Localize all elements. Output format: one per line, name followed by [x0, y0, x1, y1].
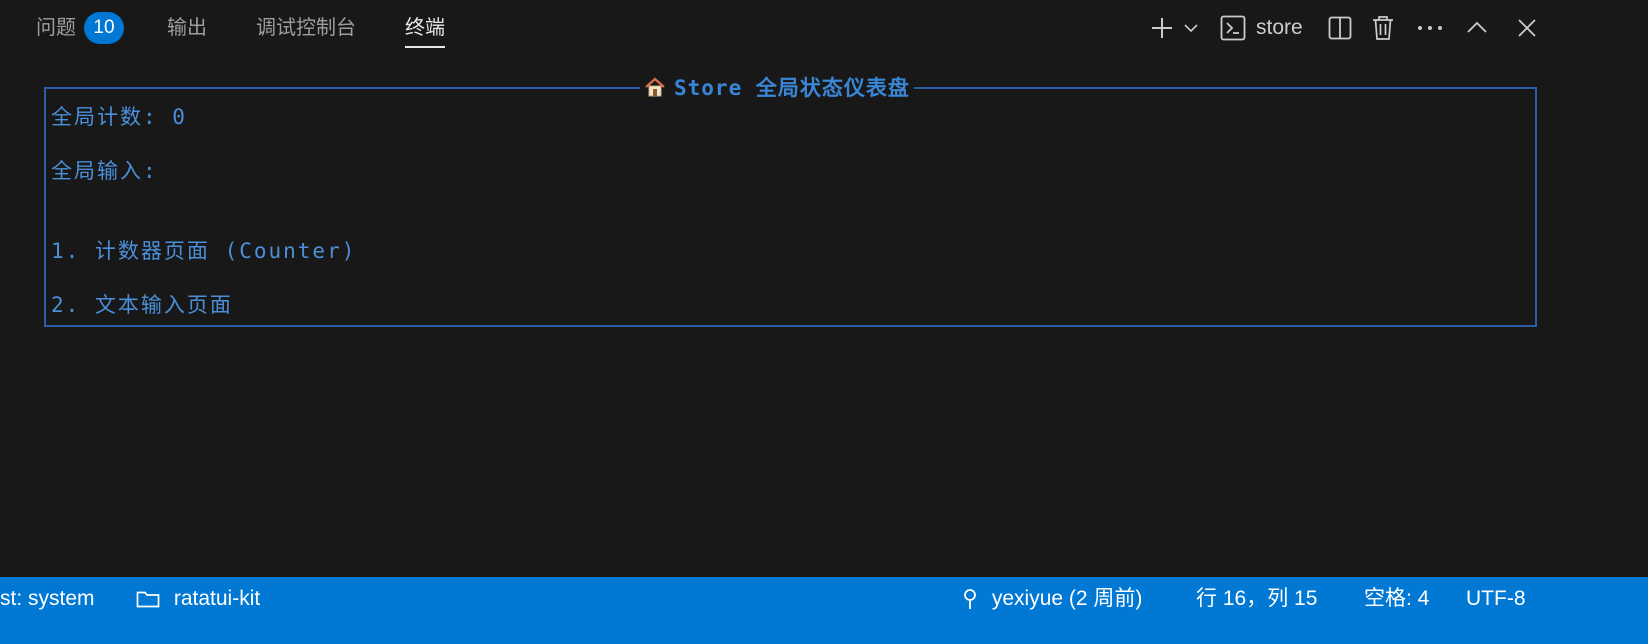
global-count-line: 全局计数: 0 — [51, 105, 187, 129]
box-title-text: Store 全局状态仪表盘 — [674, 76, 910, 100]
store-dashboard-box: Store 全局状态仪表盘 全局计数: 0 全局输入: 1. 计数器页面 (Co… — [44, 74, 1537, 327]
status-folder[interactable]: ratatui-kit — [136, 577, 260, 621]
status-encoding[interactable]: UTF-8 — [1466, 577, 1526, 621]
status-indentation[interactable]: 空格: 4 — [1364, 577, 1429, 621]
git-commit-icon — [962, 587, 992, 610]
tab-debug-console[interactable]: 调试控制台 — [256, 0, 356, 56]
split-icon — [1328, 16, 1352, 40]
tab-output[interactable]: 输出 — [167, 0, 207, 56]
status-profile[interactable]: st: system — [0, 577, 95, 621]
box-title: Store 全局状态仪表盘 — [640, 74, 914, 105]
panel-tab-bar: 问题 10 输出 调试控制台 终端 store — [0, 0, 1648, 56]
tab-terminal-label: 终端 — [405, 17, 445, 39]
close-panel-button[interactable] — [1514, 12, 1540, 44]
more-actions-button[interactable] — [1416, 12, 1444, 44]
split-terminal-button[interactable] — [1326, 12, 1354, 44]
menu-item-text-input: 2. 文本输入页面 — [51, 293, 233, 317]
close-icon — [1517, 18, 1537, 38]
status-git-blame[interactable]: yexiyue (2 周前) — [962, 577, 1142, 621]
maximize-panel-button[interactable] — [1464, 12, 1490, 44]
terminal-selector[interactable] — [1218, 12, 1248, 44]
problems-count-badge: 10 — [84, 11, 124, 44]
terminal-icon — [1220, 15, 1246, 41]
house-icon — [644, 76, 666, 105]
terminal-profile-dropdown[interactable] — [1180, 12, 1202, 44]
global-input-line: 全局输入: — [51, 159, 158, 183]
status-folder-label: ratatui-kit — [173, 587, 261, 610]
trash-icon — [1372, 15, 1394, 41]
status-cursor-position[interactable]: 行 16，列 15 — [1196, 577, 1317, 621]
folder-icon — [136, 587, 174, 610]
terminal-viewport[interactable]: Store 全局状态仪表盘 全局计数: 0 全局输入: 1. 计数器页面 (Co… — [0, 56, 1648, 604]
tab-problems[interactable]: 问题 10 — [36, 0, 124, 56]
status-bar: st: system ratatui-kit yexiyue (2 周前) 行 … — [0, 577, 1648, 644]
add-icon — [1150, 16, 1174, 40]
tab-problems-label: 问题 — [36, 17, 76, 39]
tab-output-label: 输出 — [167, 17, 207, 39]
kill-terminal-button[interactable] — [1370, 12, 1396, 44]
terminal-name-label[interactable]: store — [1256, 0, 1303, 56]
tab-terminal[interactable]: 终端 — [405, 0, 445, 56]
chevron-up-icon — [1466, 17, 1488, 39]
status-git-blame-label: yexiyue (2 周前) — [991, 587, 1143, 610]
new-terminal-button[interactable] — [1148, 12, 1176, 44]
tab-debug-console-label: 调试控制台 — [256, 17, 356, 39]
more-icon — [1417, 25, 1443, 31]
chevron-down-icon — [1183, 20, 1199, 36]
menu-item-counter: 1. 计数器页面 (Counter) — [51, 239, 357, 263]
